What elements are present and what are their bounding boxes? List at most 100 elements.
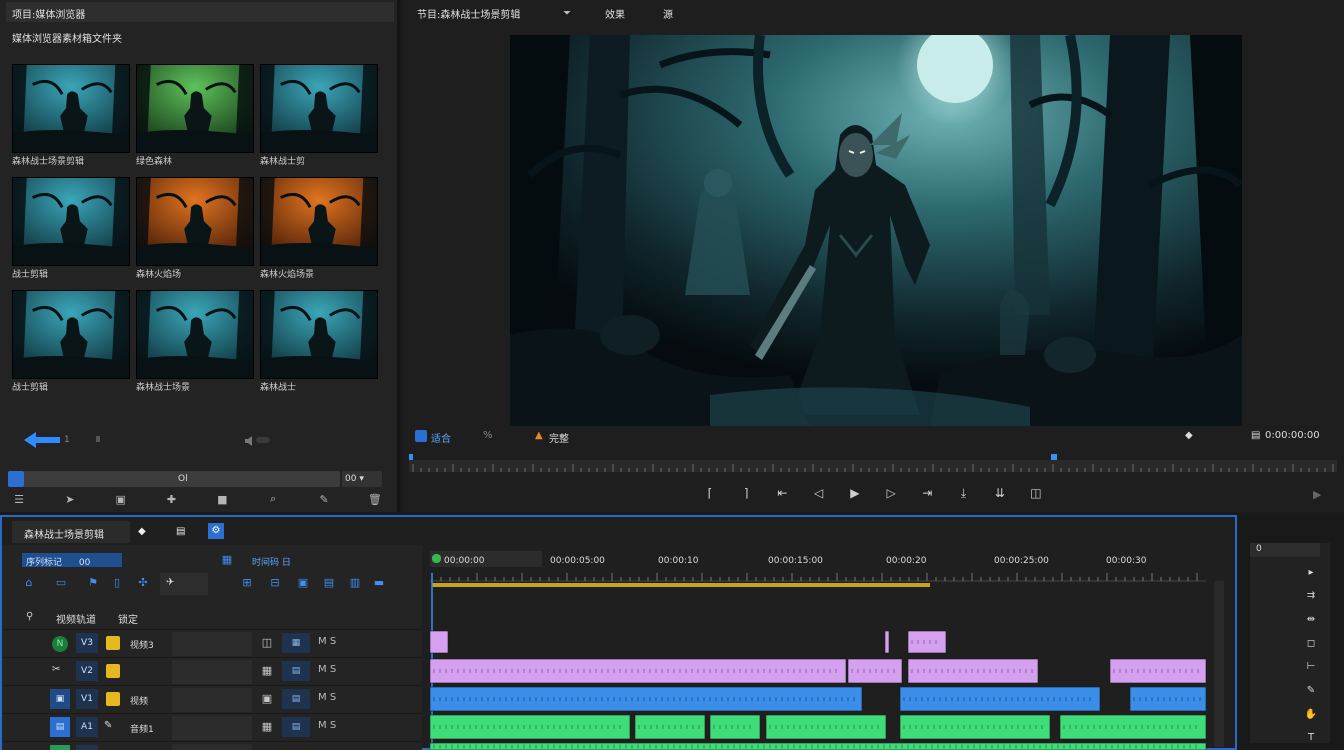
timeline-clip[interactable] [765, 714, 887, 740]
insert-icon[interactable]: ⤓ [957, 486, 971, 500]
square-icon[interactable]: ■ [215, 492, 229, 506]
mute-solo[interactable]: M S [318, 692, 336, 703]
timeline-clip[interactable] [907, 630, 947, 654]
save-icon[interactable]: ▤ [176, 526, 185, 537]
toggle-track-output-icon[interactable]: N [52, 636, 68, 652]
caption-icon[interactable]: ▯ [110, 577, 124, 589]
timeline-clip[interactable] [1129, 686, 1207, 712]
eye-icon[interactable]: ◫ [256, 633, 278, 653]
snap-icon[interactable]: ⌂ [22, 577, 36, 589]
media-thumbnail[interactable] [260, 64, 378, 153]
media-thumbnail[interactable] [260, 177, 378, 266]
grid-icon[interactable]: ▦ [220, 554, 234, 566]
back-arrow-icon[interactable] [22, 430, 62, 450]
pen-icon[interactable]: ✎ [104, 720, 112, 731]
sequence-marker-button[interactable]: 序列标记 00 [22, 553, 122, 568]
new-item-icon[interactable]: ✚ [165, 492, 179, 506]
track-a1[interactable]: ▤ A1 ✎ 音频1 ▦ ▤ M S [2, 713, 422, 741]
eye-icon[interactable]: ▣ [256, 689, 278, 709]
audio-icon[interactable]: ▤ [322, 577, 336, 589]
track-select-icon[interactable]: ⇉ [1304, 589, 1318, 603]
pointer-icon[interactable]: ➤ [63, 492, 77, 506]
pen-tool-icon[interactable]: ✎ [1304, 684, 1318, 698]
view-dropdown[interactable]: 00 ▾ [342, 471, 382, 487]
track-v1[interactable]: ▣ V1 视频 ▣ ▤ M S [2, 685, 422, 713]
step-forward-icon[interactable]: ▷ [884, 486, 898, 500]
timeline-clip[interactable] [884, 630, 890, 654]
play-icon[interactable]: ▶ [848, 486, 862, 500]
fit-icon[interactable] [415, 430, 427, 442]
track-target-button[interactable]: V3 [76, 633, 98, 653]
media-thumbnail[interactable] [260, 290, 378, 379]
mute-solo[interactable]: M S [318, 664, 336, 675]
volume-slider[interactable] [256, 437, 270, 443]
track-v2[interactable]: ✂ V2 ▦ ▤ M S [2, 657, 422, 685]
trash-icon[interactable]: 🗑 [368, 492, 382, 506]
fx-icon[interactable]: ▥ [348, 577, 362, 589]
track-v3[interactable]: N V3 视频3 ◫ ▦ M S [2, 629, 422, 657]
work-area-bar[interactable] [432, 583, 930, 587]
expand-icon[interactable]: ▶ [1313, 488, 1321, 501]
sync-lock-icon[interactable]: ✂ [52, 664, 60, 675]
media-thumbnail[interactable] [136, 290, 254, 379]
linked-icon[interactable]: ▭ [54, 577, 68, 589]
volume-icon[interactable] [244, 436, 254, 446]
export-frame-icon[interactable]: ◫ [1029, 486, 1043, 500]
wrench-icon[interactable]: ✣ [136, 577, 150, 589]
project-panel-tab[interactable]: 项目:媒体浏览器 [6, 2, 394, 22]
timeline-clip[interactable] [430, 630, 449, 654]
layers-icon[interactable]: ▣ [296, 577, 310, 589]
go-in-icon[interactable]: ⇤ [775, 486, 789, 500]
media-thumbnail[interactable] [12, 177, 130, 266]
resolution-label[interactable]: 完整 [549, 430, 569, 445]
tab-source[interactable]: 源 [663, 6, 673, 21]
track-target-button[interactable]: V1 [76, 689, 98, 709]
comment-icon[interactable]: ◆ [138, 526, 146, 537]
track-a2[interactable] [2, 741, 422, 750]
type-tool-icon[interactable]: T [1304, 731, 1318, 745]
track-target-icon[interactable]: ✈ [160, 573, 208, 595]
tab-program[interactable]: 节目:森林战士场景剪辑 [417, 6, 520, 21]
slip-icon[interactable]: ⊢ [1304, 660, 1318, 674]
tab-effects[interactable]: 效果 [605, 6, 625, 21]
timeline-clip[interactable] [907, 658, 1039, 684]
mark-in-icon[interactable]: ⌈ [703, 486, 717, 500]
media-thumbnail[interactable] [12, 290, 130, 379]
media-thumbnail[interactable] [12, 64, 130, 153]
timeline-clip[interactable] [430, 686, 863, 712]
search-input[interactable]: Ol [8, 471, 340, 487]
tab-sequence[interactable]: 森林战士场景剪辑 [12, 521, 130, 543]
ripple-edit-icon[interactable]: ⇹ [1304, 612, 1318, 626]
step-back-icon[interactable]: ◁ [812, 486, 826, 500]
source-patch-button[interactable]: ▤ [50, 717, 70, 737]
eye-icon[interactable]: ▦ [256, 661, 278, 681]
timecode-button[interactable]: 时间码 日 [248, 553, 295, 568]
wrench-icon[interactable]: ▲ [535, 430, 543, 441]
hand-tool-icon[interactable]: ✋ [1304, 707, 1318, 721]
select-tool-icon[interactable]: ▸ [1304, 565, 1318, 579]
timeline-clip[interactable] [709, 714, 761, 740]
program-viewer[interactable] [510, 35, 1242, 426]
list-view-icon[interactable]: ☰ [12, 492, 26, 506]
timeline-tracks-area[interactable]: 00:00:00 00:00:05:00 00:00:10 00:00:15:00 0… [430, 545, 1210, 750]
source-patch-button[interactable] [50, 745, 70, 750]
bin-icon[interactable]: ▣ [114, 492, 128, 506]
fit-label[interactable]: 适合 [431, 430, 451, 445]
media-thumbnail[interactable] [136, 64, 254, 153]
media-thumbnail[interactable] [136, 177, 254, 266]
overwrite-icon[interactable]: ⇊ [993, 486, 1007, 500]
go-out-icon[interactable]: ⇥ [920, 486, 934, 500]
lock-icon[interactable]: ▤ [282, 717, 310, 737]
track-target-button[interactable] [76, 745, 98, 750]
track-target-button[interactable]: A1 [76, 717, 98, 737]
dropdown-icon[interactable]: ⏷ [563, 8, 571, 19]
lock-icon[interactable]: ▤ [282, 661, 310, 681]
razor-icon[interactable]: ◻ [1304, 636, 1318, 650]
pen-icon[interactable]: ✎ [317, 492, 331, 506]
mute-solo[interactable]: M S [318, 720, 336, 731]
timeline-clips[interactable]: 00:00:00 00:00:05:00 00:00:10 00:00:15:00 0… [430, 545, 1210, 750]
lock-icon[interactable]: ▦ [282, 633, 310, 653]
toggle-icon[interactable]: ⊟ [268, 577, 282, 589]
mark-out-icon[interactable]: ⌉ [739, 486, 753, 500]
mute-solo[interactable]: M S [318, 636, 336, 647]
